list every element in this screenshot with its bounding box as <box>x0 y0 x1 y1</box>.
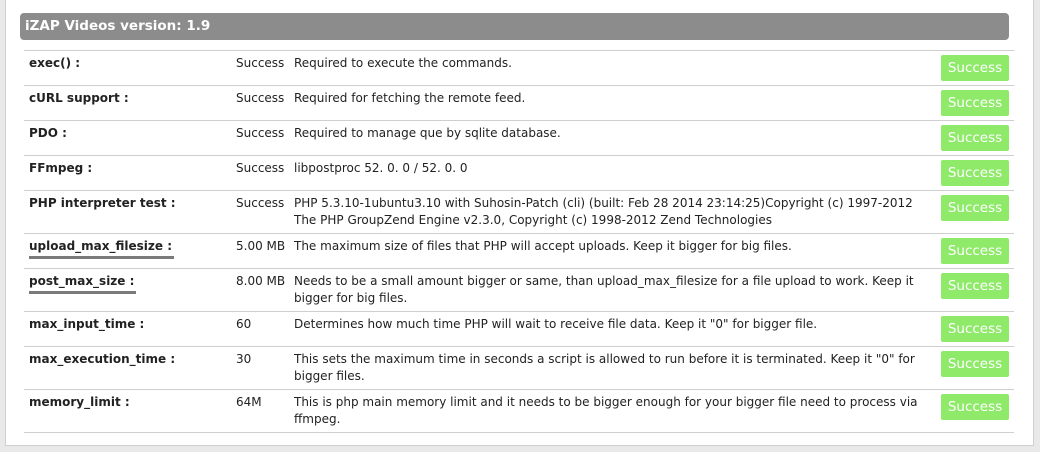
status-badge: Success <box>941 351 1009 377</box>
row-label: PDO : <box>29 126 67 140</box>
row-label: upload_max_filesize : <box>24 234 232 269</box>
row-label: memory_limit : <box>29 395 130 409</box>
table-row: memory_limit : 64M This is php main memo… <box>24 389 1014 433</box>
row-value: Success <box>236 196 285 210</box>
row-description: Required to manage que by sqlite databas… <box>294 126 561 140</box>
table-row: cURL support : Success Required for fetc… <box>24 85 1014 121</box>
row-value: 60 <box>236 317 252 331</box>
table-row: PDO : Success Required to manage que by … <box>24 120 1014 156</box>
row-description: Determines how much time PHP will wait t… <box>294 317 818 331</box>
row-value: Success <box>236 161 285 175</box>
table-row: upload_max_filesize : 5.00 MB The maximu… <box>24 233 1014 269</box>
table-row: PHP interpreter test : Success PHP 5.3.1… <box>24 190 1014 234</box>
status-badge: Success <box>941 316 1009 342</box>
row-label: exec() : <box>29 56 81 70</box>
row-label: PHP interpreter test : <box>29 196 176 210</box>
table-row: max_execution_time : 30 This sets the ma… <box>24 346 1014 390</box>
table-row: post_max_size : 8.00 MB Needs to be a sm… <box>24 268 1014 312</box>
table-row: exec() : Success Required to execute the… <box>24 50 1014 86</box>
status-badge: Success <box>941 90 1009 116</box>
row-value: 30 <box>236 352 252 366</box>
row-label: max_input_time : <box>29 317 145 331</box>
row-label: cURL support : <box>29 91 129 105</box>
row-value: Success <box>236 126 285 140</box>
row-value: Success <box>236 56 285 70</box>
row-description: Required to execute the commands. <box>294 56 512 70</box>
row-description: Required for fetching the remote feed. <box>294 91 526 105</box>
row-value: 8.00 MB <box>236 274 286 288</box>
status-badge: Success <box>941 394 1009 420</box>
status-badge: Success <box>941 55 1009 81</box>
row-label: post_max_size : <box>24 269 232 312</box>
status-badge: Success <box>941 238 1009 264</box>
status-badge: Success <box>941 125 1009 151</box>
row-label: max_execution_time : <box>29 352 176 366</box>
table-row: max_input_time : 60 Determines how much … <box>24 311 1014 347</box>
row-description: This is php main memory limit and it nee… <box>294 395 918 426</box>
row-value: 5.00 MB <box>236 239 286 253</box>
status-badge: Success <box>941 195 1009 221</box>
requirements-table: exec() : Success Required to execute the… <box>24 50 1014 433</box>
row-description: This sets the maximum time in seconds a … <box>294 352 915 383</box>
row-value: 64M <box>236 395 262 409</box>
page-title: iZAP Videos version: 1.9 <box>20 13 1009 40</box>
row-label: FFmpeg : <box>29 161 93 175</box>
row-description: PHP 5.3.10-1ubuntu3.10 with Suhosin-Patc… <box>294 196 913 227</box>
row-description: The maximum size of files that PHP will … <box>294 239 792 253</box>
status-badge: Success <box>941 160 1009 186</box>
status-badge: Success <box>941 273 1009 299</box>
row-value: Success <box>236 91 285 105</box>
row-description: Needs to be a small amount bigger or sam… <box>294 274 914 305</box>
row-description: libpostproc 52. 0. 0 / 52. 0. 0 <box>294 161 468 175</box>
table-row: FFmpeg : Success libpostproc 52. 0. 0 / … <box>24 155 1014 191</box>
